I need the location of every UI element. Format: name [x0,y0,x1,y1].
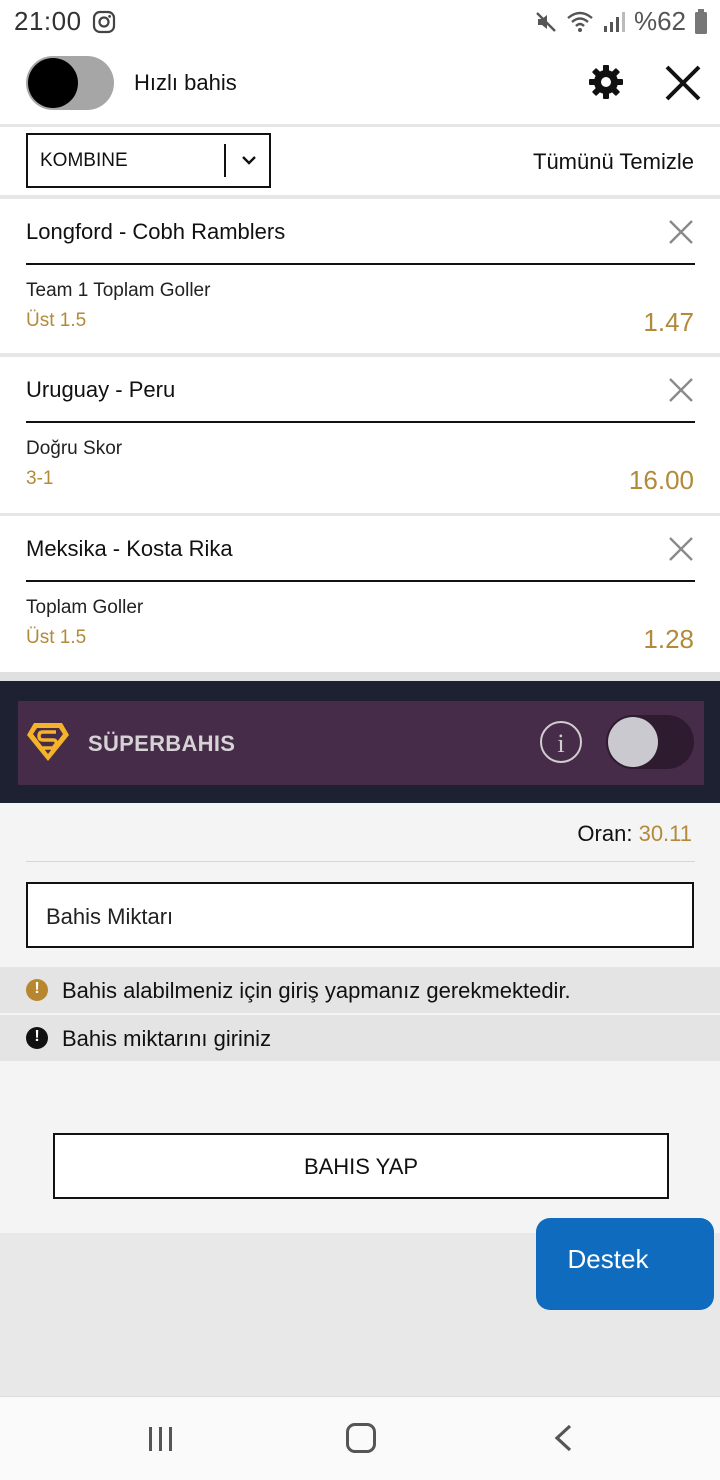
bet-match: Meksika - Kosta Rika [26,536,233,561]
superbahis-banner: SÜPERBAHIS i [18,701,704,785]
bet-divider [26,580,695,582]
clear-all-button[interactable]: Tümünü Temizle [533,149,694,175]
bet-market: Doğru Skor [26,438,123,459]
superbahis-toggle[interactable] [606,715,694,769]
quick-bet-toggle[interactable] [26,56,114,110]
recents-icon[interactable] [146,1425,176,1453]
quick-bet-label: Hızlı bahis [134,70,237,95]
betslip-header: Hızlı bahis [0,44,720,124]
back-icon[interactable] [552,1423,574,1453]
support-button[interactable]: Destek [536,1218,714,1310]
battery-icon [695,8,707,34]
battery-percent: %62 [633,6,686,36]
bet-odds: 16.00 [628,465,694,495]
stake-input[interactable]: Bahis Miktarı [26,882,694,948]
remove-bet-icon[interactable] [668,377,694,403]
bet-type-value: KOMBINE [40,150,128,171]
instagram-icon [92,10,116,34]
bet-item: Longford - Cobh Ramblers Team 1 Toplam G… [0,199,720,353]
bet-item: Meksika - Kosta Rika Toplam Goller Üst 1… [0,516,720,672]
bet-divider [26,421,695,423]
section-gap [0,672,720,681]
bet-match: Longford - Cobh Ramblers [26,219,286,244]
login-warning: ! Bahis alabilmeniz için giriş yapmanız … [0,967,720,1013]
status-time: 21:00 [14,6,82,36]
total-odds-value: 30.11 [638,821,692,846]
bet-odds: 1.28 [643,624,694,654]
remove-bet-icon[interactable] [668,536,694,562]
place-bet-button[interactable]: BAHIS YAP [53,1133,669,1199]
betslip-controls: KOMBINE Tümünü Temizle [0,127,720,195]
total-odds: Oran: 30.11 [577,821,692,847]
bet-selection: 3-1 [26,468,54,489]
close-icon[interactable] [664,64,702,102]
bet-market: Toplam Goller [26,597,144,618]
status-bar: 21:00 %62 [0,0,720,44]
betslip-summary: Oran: 30.11 Bahis Miktarı ! Bahis alabil… [0,803,720,1233]
remove-bet-icon[interactable] [668,219,694,245]
superbahis-section: SÜPERBAHIS i [0,681,720,803]
support-label: Destek [567,1244,649,1274]
android-nav-bar [0,1396,720,1480]
bet-type-select[interactable]: KOMBINE [26,133,271,188]
bet-divider [26,263,695,265]
mute-icon [536,11,556,32]
superbahis-label: SÜPERBAHIS [88,731,236,756]
error-icon: ! [26,1027,48,1049]
bet-selection: Üst 1.5 [26,310,87,331]
toggle-knob [28,58,78,108]
toggle-knob [608,717,658,767]
warning-text: Bahis alabilmeniz için giriş yapmanız ge… [62,978,571,1003]
total-odds-label: Oran: [577,821,633,846]
gear-icon[interactable] [588,64,624,100]
status-indicators: %62 [534,6,708,37]
wifi-icon [567,11,593,32]
select-separator [224,144,226,177]
bet-item: Uruguay - Peru Doğru Skor 3-1 16.00 [0,357,720,513]
bet-odds: 1.47 [643,307,694,337]
bet-market: Team 1 Toplam Goller [26,280,211,301]
warning-icon: ! [26,979,48,1001]
stake-warning: ! Bahis miktarını giriniz [0,1015,720,1061]
warning-text: Bahis miktarını giriniz [62,1026,272,1051]
info-glyph: i [557,729,565,758]
info-icon[interactable]: i [540,721,582,763]
place-bet-label: BAHIS YAP [303,1154,419,1179]
summary-divider [26,861,695,862]
home-icon[interactable] [346,1423,376,1453]
stake-placeholder: Bahis Miktarı [46,904,174,929]
bet-match: Uruguay - Peru [26,377,176,402]
superbahis-logo-icon [27,723,69,761]
chevron-down-icon [242,156,256,165]
signal-icon [603,11,625,32]
bet-selection: Üst 1.5 [26,627,87,648]
